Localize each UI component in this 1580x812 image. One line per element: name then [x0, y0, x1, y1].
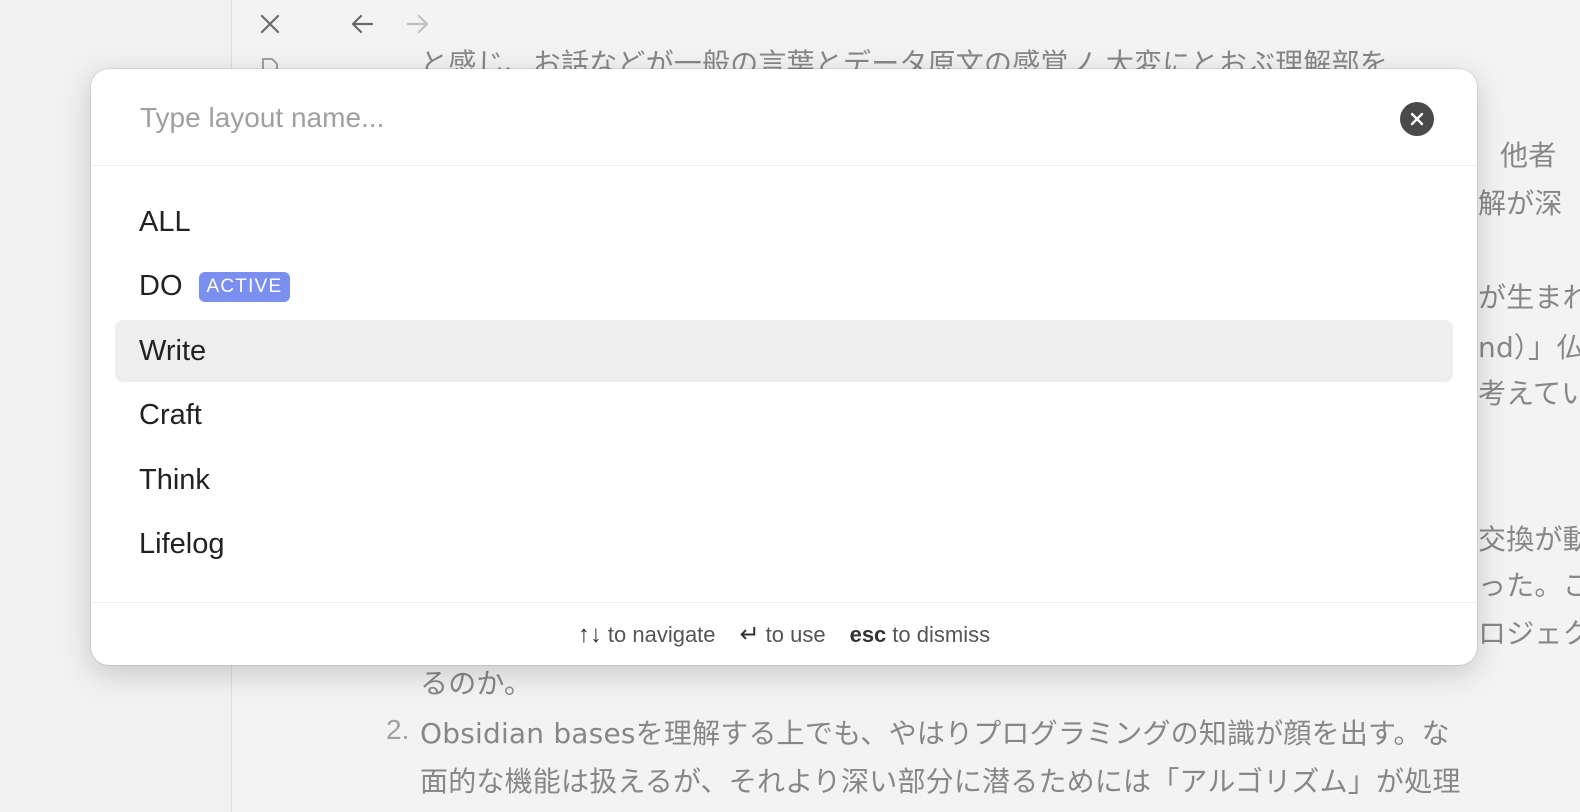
dismiss-key: esc — [849, 621, 887, 647]
layout-item-think[interactable]: Think — [115, 449, 1453, 511]
close-icon — [1410, 112, 1424, 126]
navigate-key: ↑↓ — [577, 620, 602, 648]
layout-item-lifelog[interactable]: Lifelog — [115, 514, 1453, 576]
layout-item-label: Lifelog — [139, 528, 225, 560]
layout-item-craft[interactable]: Craft — [115, 385, 1453, 447]
layout-item-all[interactable]: ALL — [115, 191, 1453, 253]
use-hint: ↵ to use — [740, 620, 826, 649]
layout-item-label: Craft — [139, 399, 202, 431]
layout-switcher-modal: ALL DO ACTIVE Write Craft Think Lifelog … — [91, 69, 1477, 665]
active-badge: ACTIVE — [198, 271, 291, 302]
instructions-footer: ↑↓ to navigate ↵ to use esc to dismiss — [91, 602, 1477, 665]
use-key: ↵ — [739, 621, 760, 648]
clear-search-button[interactable] — [1400, 102, 1434, 136]
layout-item-label: Write — [139, 334, 207, 367]
search-row — [91, 69, 1477, 166]
layout-item-label: ALL — [139, 205, 191, 238]
layout-item-write[interactable]: Write — [115, 320, 1453, 382]
dismiss-hint: esc to dismiss — [850, 622, 991, 648]
navigate-hint: ↑↓ to navigate — [578, 621, 716, 649]
dismiss-text: to dismiss — [892, 621, 991, 647]
layout-item-label: Think — [139, 463, 210, 496]
navigate-text: to navigate — [607, 621, 716, 647]
layout-item-do[interactable]: DO ACTIVE — [115, 256, 1453, 318]
layout-search-input[interactable] — [138, 97, 1342, 139]
layout-list: ALL DO ACTIVE Write Craft Think Lifelog — [115, 191, 1453, 578]
layout-item-label: DO — [139, 270, 183, 302]
use-text: to use — [765, 621, 826, 647]
